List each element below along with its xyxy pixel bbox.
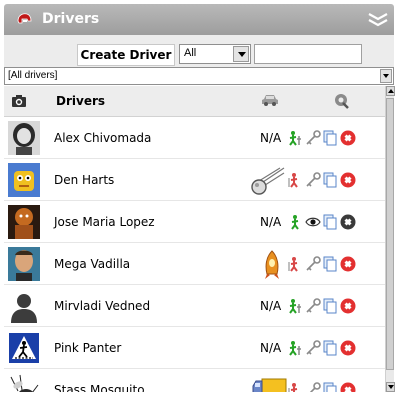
key-icon[interactable]	[305, 172, 321, 188]
settings-wrench-icon	[335, 94, 349, 109]
vehicle-label: N/A	[260, 299, 282, 313]
vehicle-label: N/A	[260, 215, 282, 229]
unassigned-person-icon[interactable]	[287, 172, 303, 188]
assign-person-icon[interactable]	[287, 130, 303, 146]
car-icon	[262, 95, 278, 106]
vehicle-label: N/A	[260, 341, 282, 355]
list-scrollbar[interactable]	[385, 86, 395, 392]
drivers-column-header: Drivers	[56, 94, 106, 108]
driver-photo	[8, 121, 40, 155]
filter-select-value: All	[184, 47, 197, 59]
table-header: Drivers	[4, 86, 385, 117]
driver-name: Stass Mosquito	[54, 383, 145, 392]
delete-icon[interactable]	[340, 340, 356, 356]
filter-select[interactable]: All	[179, 44, 251, 64]
vehicle-label: N/A	[260, 131, 282, 145]
key-icon[interactable]	[305, 256, 321, 272]
key-icon[interactable]	[305, 340, 321, 356]
double-chevron-down-icon[interactable]	[366, 11, 390, 29]
table-row[interactable]: Pink Panter N/A	[4, 328, 385, 369]
dropdown-arrow-icon[interactable]	[233, 46, 249, 62]
panel-title: Drivers	[42, 11, 100, 27]
driver-photo	[8, 163, 40, 197]
pedestrian-sign	[9, 333, 39, 363]
assign-person-icon[interactable]	[287, 214, 303, 230]
copy-icon[interactable]	[322, 382, 338, 392]
dropdown-arrow-icon[interactable]	[380, 69, 392, 83]
copy-icon[interactable]	[322, 172, 338, 188]
truck-icon	[252, 378, 287, 392]
copy-icon[interactable]	[322, 340, 338, 356]
table-row[interactable]: Mirvladi Vedned N/A	[4, 286, 385, 327]
driver-name: Mega Vadilla	[54, 257, 131, 271]
driver-group-select[interactable]: [All drivers]	[4, 67, 394, 85]
table-row[interactable]: Mega Vadilla	[4, 244, 385, 285]
drivers-list: Drivers Alex Chivomada N/A Den Harts Jos…	[4, 86, 385, 392]
helmet-icon	[17, 13, 32, 24]
driver-photo	[8, 247, 40, 281]
assign-person-icon[interactable]	[287, 340, 303, 356]
driver-name: Mirvladi Vedned	[54, 299, 151, 313]
delete-icon[interactable]	[340, 298, 356, 314]
toolbar: Create Driver All	[4, 35, 394, 67]
key-icon[interactable]	[305, 382, 321, 392]
table-row[interactable]: Den Harts	[4, 160, 385, 201]
driver-photo	[8, 205, 40, 239]
table-row[interactable]: Jose Maria Lopez N/A	[4, 202, 385, 243]
rocket-icon	[265, 250, 279, 279]
table-row[interactable]: Stass Mosquito	[4, 370, 385, 392]
delete-icon[interactable]	[340, 382, 356, 392]
driver-group-value: [All drivers]	[8, 70, 58, 81]
copy-icon[interactable]	[322, 130, 338, 146]
delete-icon[interactable]	[340, 172, 356, 188]
driver-photo	[8, 373, 40, 392]
driver-name: Den Harts	[54, 173, 115, 187]
scroll-thumb[interactable]	[386, 98, 394, 370]
copy-icon[interactable]	[322, 256, 338, 272]
scroll-up-arrow-icon[interactable]	[386, 86, 395, 96]
unassigned-person-icon[interactable]	[287, 382, 303, 392]
assign-person-icon[interactable]	[287, 298, 303, 314]
driver-name: Jose Maria Lopez	[54, 215, 155, 229]
eye-icon[interactable]	[305, 214, 321, 230]
delete-icon[interactable]	[340, 256, 356, 272]
search-input[interactable]	[254, 44, 362, 64]
create-driver-button[interactable]: Create Driver	[77, 44, 175, 66]
driver-name: Alex Chivomada	[54, 131, 152, 145]
key-icon[interactable]	[305, 130, 321, 146]
silhouette-icon	[8, 289, 40, 323]
copy-icon[interactable]	[322, 214, 338, 230]
comet-icon	[251, 167, 285, 195]
table-row[interactable]: Alex Chivomada N/A	[4, 118, 385, 159]
key-icon[interactable]	[305, 298, 321, 314]
copy-icon[interactable]	[322, 298, 338, 314]
unassigned-person-icon[interactable]	[287, 256, 303, 272]
driver-name: Pink Panter	[54, 341, 122, 355]
panel-titlebar: Drivers	[4, 4, 394, 35]
delete-icon[interactable]	[340, 130, 356, 146]
delete-disabled-icon[interactable]	[340, 214, 356, 230]
camera-icon	[12, 95, 26, 107]
scroll-down-arrow-icon[interactable]	[386, 382, 395, 392]
